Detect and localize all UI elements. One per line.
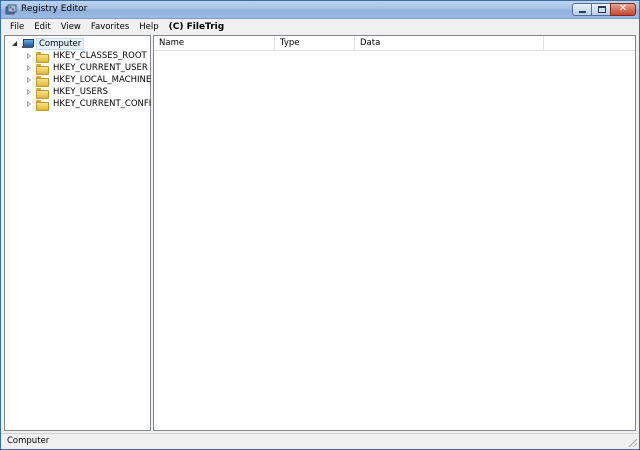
- status-text: Computer: [7, 436, 50, 446]
- expand-arrow-icon[interactable]: [25, 76, 33, 84]
- watermark-text: (C) FileTrig: [168, 22, 225, 32]
- tree-item-computer[interactable]: Computer: [11, 38, 85, 50]
- expand-arrow-icon[interactable]: [25, 88, 33, 96]
- menu-bar: File Edit View Favorites Help (C) FileTr…: [1, 20, 639, 34]
- registry-tree-pane[interactable]: Computer HKEY_CLASSES_ROOT HKEY_CURRENT_…: [4, 35, 158, 431]
- menu-file[interactable]: File: [1, 20, 29, 34]
- menu-help[interactable]: Help: [134, 20, 163, 34]
- folder-icon: [36, 99, 49, 111]
- title-bar[interactable]: Registry Editor ✕: [1, 1, 639, 19]
- tree-item-label[interactable]: Computer: [36, 38, 85, 50]
- resize-grip-icon[interactable]: [627, 437, 637, 447]
- expand-arrow-icon[interactable]: [25, 52, 33, 60]
- minimize-icon: [579, 11, 586, 13]
- close-button[interactable]: ✕: [610, 3, 636, 16]
- collapse-arrow-icon[interactable]: [11, 40, 19, 48]
- expand-arrow-icon[interactable]: [25, 100, 33, 108]
- tree-item-hkey-classes-root[interactable]: HKEY_CLASSES_ROOT: [25, 50, 149, 63]
- tree-item-label[interactable]: HKEY_CURRENT_USER: [51, 62, 150, 74]
- folder-icon: [36, 87, 49, 99]
- tree-item-label[interactable]: HKEY_USERS: [51, 86, 110, 98]
- registry-editor-icon: [5, 4, 17, 15]
- maximize-button[interactable]: [591, 3, 611, 16]
- column-header-data[interactable]: Data: [355, 36, 544, 51]
- tree-item-label[interactable]: HKEY_CLASSES_ROOT: [51, 50, 149, 62]
- computer-icon: [22, 39, 34, 49]
- status-bar: Computer: [1, 433, 639, 449]
- menu-edit[interactable]: Edit: [29, 20, 55, 34]
- values-list-pane[interactable]: Name Type Data: [153, 35, 636, 431]
- maximize-icon: [598, 6, 606, 13]
- minimize-button[interactable]: [572, 3, 592, 16]
- tree-item-label[interactable]: HKEY_CURRENT_CONFIG: [51, 98, 160, 110]
- list-header: Name Type Data: [154, 36, 635, 51]
- column-header-type[interactable]: Type: [275, 36, 355, 51]
- registry-editor-window: Registry Editor ✕ File Edit View Favorit…: [0, 0, 640, 450]
- column-header-name[interactable]: Name: [154, 36, 275, 51]
- expand-arrow-icon[interactable]: [25, 64, 33, 72]
- tree-item-hkey-local-machine[interactable]: HKEY_LOCAL_MACHINE: [25, 74, 153, 87]
- menu-view[interactable]: View: [56, 20, 86, 34]
- window-controls: ✕: [572, 3, 636, 16]
- tree-item-hkey-current-config[interactable]: HKEY_CURRENT_CONFIG: [25, 98, 160, 111]
- close-icon: ✕: [618, 3, 628, 14]
- tree-item-hkey-current-user[interactable]: HKEY_CURRENT_USER: [25, 62, 150, 75]
- tree-item-label[interactable]: HKEY_LOCAL_MACHINE: [51, 74, 153, 86]
- tree-item-hkey-users[interactable]: HKEY_USERS: [25, 86, 110, 99]
- folder-icon: [36, 63, 49, 75]
- window-title: Registry Editor: [21, 4, 88, 14]
- menu-favorites[interactable]: Favorites: [86, 20, 134, 34]
- folder-icon: [36, 51, 49, 63]
- folder-icon: [36, 75, 49, 87]
